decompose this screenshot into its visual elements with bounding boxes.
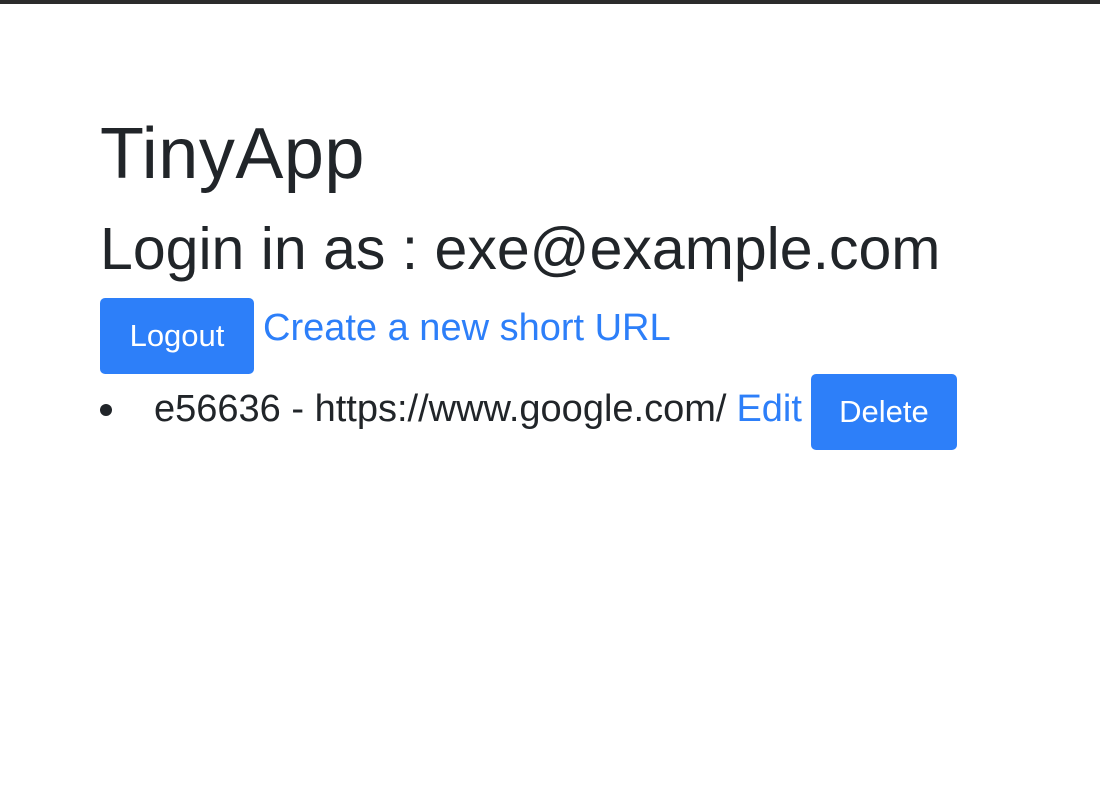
- app-title: TinyApp: [100, 114, 365, 194]
- url-list: e56636 - https://www.google.com/ Edit De…: [100, 374, 1060, 454]
- login-status: Login in as : exe@example.com: [100, 216, 941, 282]
- main-container: TinyApp Login in as : exe@example.com Lo…: [100, 108, 1060, 454]
- delete-button[interactable]: Delete: [810, 374, 957, 450]
- create-short-url-link[interactable]: Create a new short URL: [263, 293, 671, 363]
- bullet-icon: [100, 404, 112, 416]
- action-row: Logout Create a new short URL: [100, 298, 1060, 374]
- top-border: [0, 0, 1100, 4]
- edit-link[interactable]: Edit: [736, 374, 801, 444]
- url-entry-text: e56636 - https://www.google.com/: [154, 388, 727, 430]
- logout-button[interactable]: Logout: [100, 298, 254, 374]
- list-item: e56636 - https://www.google.com/ Edit De…: [100, 374, 1060, 454]
